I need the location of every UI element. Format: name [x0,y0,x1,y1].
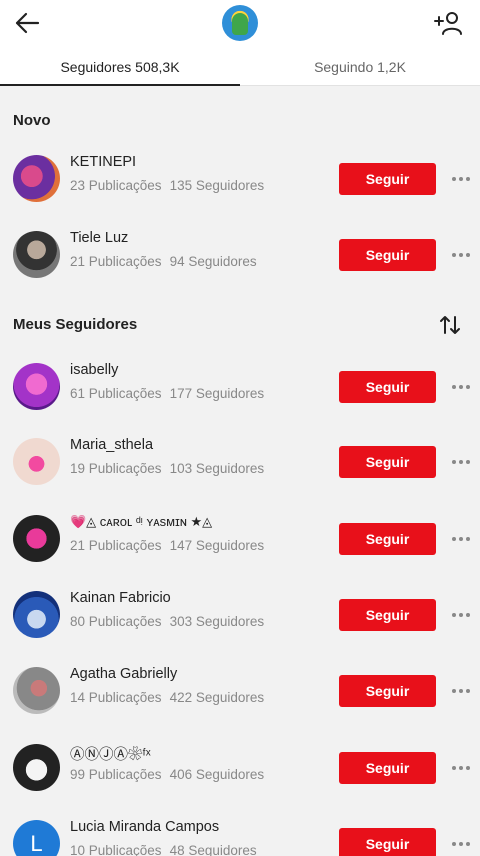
user-name[interactable]: ⒶⓃⒿⒶ❀ᶠˣ [70,743,151,764]
avatar[interactable]: L [13,820,60,856]
sort-button[interactable] [438,313,462,337]
profile-avatar[interactable] [222,5,258,41]
avatar[interactable] [13,515,60,562]
user-name[interactable]: isabelly [70,362,118,378]
user-stats: 80 Publicações 303 Seguidores [70,614,265,629]
avatar[interactable] [13,744,60,791]
active-tab-indicator [0,84,240,86]
more-dots-icon[interactable] [448,832,474,856]
user-stats: 10 Publicações 48 Seguidores [70,843,257,856]
user-stats: 14 Publicações 422 Seguidores [70,690,265,705]
user-name[interactable]: Tiele Luz [70,230,128,246]
list-item[interactable]: isabelly 61 Publicações 177 Seguidores Se… [0,349,480,425]
follow-button[interactable]: Seguir [339,163,436,195]
more-dots-icon[interactable] [448,679,474,703]
avatar[interactable] [13,667,60,714]
user-name[interactable]: Agatha Gabrielly [70,666,177,682]
list-item[interactable]: ⒶⓃⒿⒶ❀ᶠˣ 99 Publicações 406 Seguidores Seg… [0,730,480,806]
user-stats: 19 Publicações 103 Seguidores [70,461,265,476]
section-title-new: Novo [13,112,51,129]
user-stats: 61 Publicações 177 Seguidores [70,386,265,401]
avatar[interactable] [13,591,60,638]
follow-button[interactable]: Seguir [339,446,436,478]
section-title-followers: Meus Seguidores [13,316,138,333]
avatar[interactable] [13,363,60,410]
user-stats: 99 Publicações 406 Seguidores [70,767,265,782]
follow-button[interactable]: Seguir [339,752,436,784]
list-item[interactable]: Tiele Luz 21 Publicações 94 Seguidores Se… [0,217,480,293]
follow-button[interactable]: Seguir [339,371,436,403]
follow-button[interactable]: Seguir [339,239,436,271]
more-dots-icon[interactable] [448,450,474,474]
more-dots-icon[interactable] [448,756,474,780]
more-dots-icon[interactable] [448,243,474,267]
avatar[interactable] [13,155,60,202]
add-user-button[interactable] [432,8,464,40]
user-name[interactable]: Kainan Fabricio [70,590,171,606]
arrow-left-icon [15,12,40,34]
more-dots-icon[interactable] [448,375,474,399]
follow-button[interactable]: Seguir [339,828,436,856]
avatar[interactable] [13,231,60,278]
follow-button[interactable]: Seguir [339,599,436,631]
list-item[interactable]: KETINEPI 23 Publicações 135 Seguidores Se… [0,141,480,217]
user-name[interactable]: Lucia Miranda Campos [70,819,219,835]
more-dots-icon[interactable] [448,603,474,627]
list-item[interactable]: L Lucia Miranda Campos 10 Publicações 48 … [0,806,480,856]
top-bar [0,0,480,48]
more-dots-icon[interactable] [448,167,474,191]
list-item[interactable]: Kainan Fabricio 80 Publicações 303 Seguid… [0,577,480,653]
avatar[interactable] [13,438,60,485]
sort-arrows-icon [440,316,460,334]
user-name[interactable]: Maria_sthela [70,437,153,453]
user-name[interactable]: KETINEPI [70,154,136,170]
list-item[interactable]: Maria_sthela 19 Publicações 103 Seguidore… [0,424,480,500]
user-name[interactable]: 💗◬ ᴄᴀʀᴏʟ ᵈᵎ ʏᴀsᴍɪɴ ★◬ [70,514,212,530]
follow-button[interactable]: Seguir [339,675,436,707]
tab-followers[interactable]: Seguidores 508,3K [0,48,240,86]
user-stats: 21 Publicações 147 Seguidores [70,538,265,553]
back-button[interactable] [10,6,44,40]
more-dots-icon[interactable] [448,527,474,551]
follow-button[interactable]: Seguir [339,523,436,555]
tab-bar: Seguidores 508,3K Seguindo 1,2K [0,48,480,86]
list-item[interactable]: 💗◬ ᴄᴀʀᴏʟ ᵈᵎ ʏᴀsᴍɪɴ ★◬ 21 Publicações 147 … [0,501,480,577]
user-stats: 23 Publicações 135 Seguidores [70,178,265,193]
list-item[interactable]: Agatha Gabrielly 14 Publicações 422 Segui… [0,653,480,729]
add-user-icon [434,12,462,35]
user-stats: 21 Publicações 94 Seguidores [70,254,257,269]
tab-following[interactable]: Seguindo 1,2K [240,48,480,86]
